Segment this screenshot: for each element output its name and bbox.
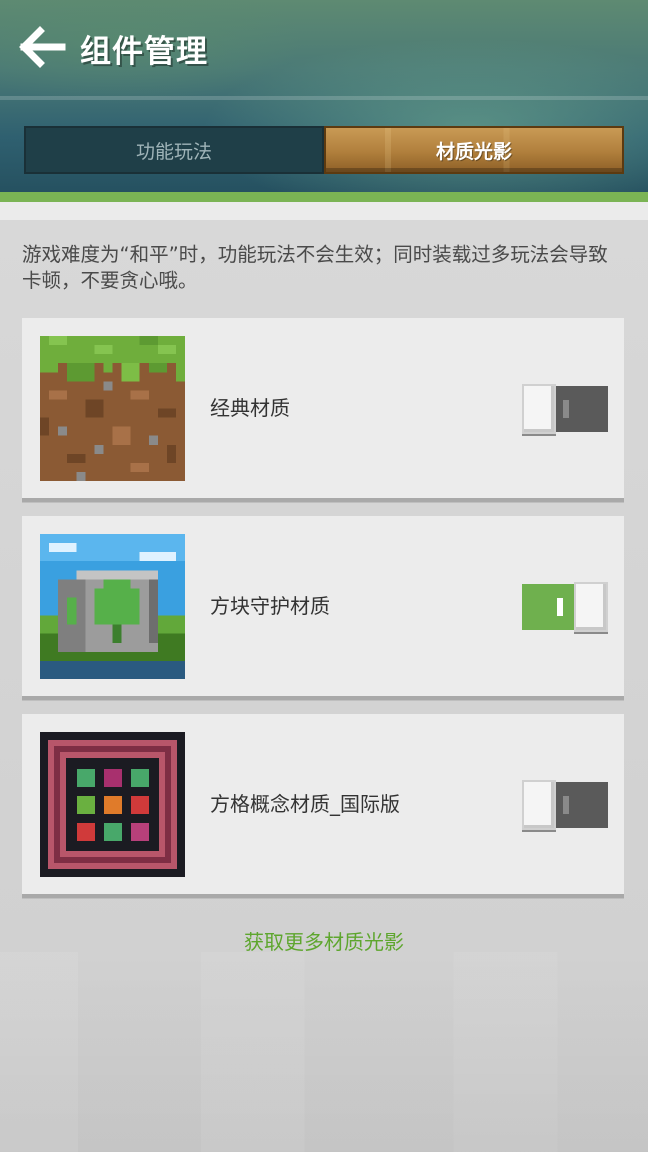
- toggle-mark: [563, 796, 569, 814]
- texture-item-name: 方块守护材质: [210, 594, 330, 618]
- toggle-knob[interactable]: [574, 582, 608, 632]
- header-divider: [0, 96, 648, 100]
- texture-item-guardian: 方块守护材质: [22, 516, 624, 700]
- back-button[interactable]: [18, 24, 68, 70]
- toggle-knob[interactable]: [522, 780, 556, 830]
- tab-features[interactable]: 功能玩法: [24, 126, 324, 174]
- texture-item-grid-concept: 方格概念材质_国际版: [22, 714, 624, 898]
- tab-textures[interactable]: 材质光影: [324, 126, 624, 174]
- toggle-mark: [563, 400, 569, 418]
- notice-text: 游戏难度为“和平”时，功能玩法不会生效；同时装载过多玩法会导致卡顿，不要贪心哦。: [22, 243, 608, 292]
- toggle-switch[interactable]: [522, 780, 608, 830]
- texture-item-name: 经典材质: [210, 396, 290, 420]
- grass-block-icon: [40, 336, 185, 481]
- header-accent-strip: [0, 192, 648, 202]
- page-title: 组件管理: [80, 34, 208, 70]
- toggle-mark: [557, 598, 563, 616]
- header-bar: 组件管理 功能玩法 材质光影: [0, 0, 648, 196]
- grid-concept-icon: [40, 732, 185, 877]
- tab-bar: 功能玩法 材质光影: [24, 126, 624, 174]
- toggle-switch[interactable]: [522, 384, 608, 434]
- get-more-textures-link[interactable]: 获取更多材质光影: [0, 926, 648, 955]
- toggle-knob[interactable]: [522, 384, 556, 434]
- guardian-block-icon: [40, 534, 185, 679]
- toggle-switch[interactable]: [522, 582, 608, 632]
- texture-item-classic: 经典材质: [22, 318, 624, 502]
- arrow-left-icon: [19, 26, 66, 68]
- texture-item-name: 方格概念材质_国际版: [210, 792, 400, 816]
